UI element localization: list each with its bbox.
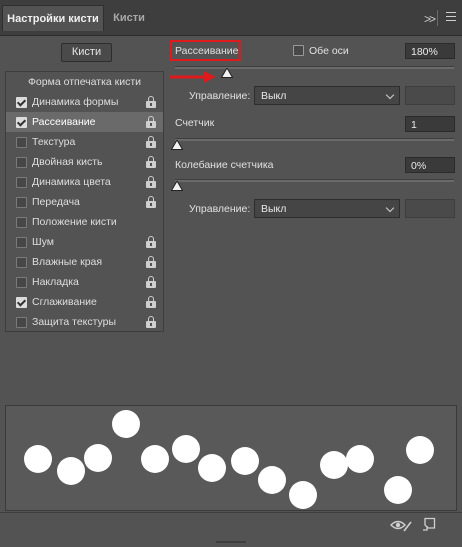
lock-icon[interactable] [146, 136, 156, 148]
sidebar-item-label: Защита текстуры [32, 316, 117, 328]
scatter-control-select[interactable]: Выкл [254, 86, 400, 105]
count-jitter-slider-track[interactable] [175, 179, 454, 182]
lock-icon[interactable] [146, 296, 156, 308]
sidebar-item-checkbox[interactable] [16, 317, 27, 328]
sidebar-item[interactable]: Двойная кисть [6, 152, 163, 172]
chevron-down-icon [385, 90, 395, 100]
brush-dabs [24, 410, 434, 509]
chevron-down-icon [385, 203, 395, 213]
sidebar-item-checkbox[interactable] [16, 177, 27, 188]
sidebar-item-checkbox[interactable] [16, 157, 27, 168]
count-jitter-label: Колебание счетчика [175, 159, 274, 171]
sidebar-item-checkbox[interactable] [16, 257, 27, 268]
scatter-label: Рассеивание [175, 45, 239, 57]
eye-brush-icon[interactable] [390, 518, 412, 532]
sidebar-item-checkbox[interactable] [16, 277, 27, 288]
brushes-button[interactable]: Кисти [61, 43, 112, 62]
sidebar-item[interactable]: Текстура [6, 132, 163, 152]
brush-tip-shape-item[interactable]: Форма отпечатка кисти [6, 72, 163, 92]
tab-brush-settings[interactable]: Настройки кисти [2, 5, 104, 31]
brush-dab [258, 466, 286, 494]
brush-dab [112, 410, 140, 438]
annotation-arrow-icon [170, 71, 216, 83]
lock-icon[interactable] [146, 196, 156, 208]
sidebar-item[interactable]: Влажные края [6, 252, 163, 272]
sidebar-item-label: Влажные края [32, 256, 103, 268]
brush-dab [231, 447, 259, 475]
lock-icon[interactable] [146, 96, 156, 108]
scatter-control-extra-field [405, 86, 455, 105]
brush-dab [57, 457, 85, 485]
sidebar-item-checkbox[interactable] [16, 237, 27, 248]
brush-dab [84, 444, 112, 472]
sidebar-item[interactable]: Шум [6, 232, 163, 252]
sidebar-item-checkbox[interactable] [16, 137, 27, 148]
sidebar-item-label: Накладка [32, 276, 79, 288]
lock-icon[interactable] [146, 316, 156, 328]
scatter-value-input[interactable]: 180% [405, 43, 455, 59]
count-jitter-control-value: Выкл [261, 203, 287, 215]
brush-dab [406, 436, 434, 464]
sidebar-item-checkbox[interactable] [16, 117, 27, 128]
sidebar-item-label: Двойная кисть [32, 156, 103, 168]
sidebar-item-label: Сглаживание [32, 296, 97, 308]
count-slider-track[interactable] [175, 138, 454, 141]
brush-dab [24, 445, 52, 473]
brush-dab [320, 451, 348, 479]
brush-tip-shape-label: Форма отпечатка кисти [27, 76, 142, 88]
brush-dab [141, 445, 169, 473]
both-axes-label: Обе оси [309, 45, 349, 57]
tab-brushes[interactable]: Кисти [106, 5, 152, 31]
sidebar-item[interactable]: Защита текстуры [6, 312, 163, 332]
brush-dab [384, 476, 412, 504]
scatter-control-value: Выкл [261, 90, 287, 102]
brush-dab [289, 481, 317, 509]
sidebar-item-checkbox[interactable] [16, 217, 27, 228]
resize-grip[interactable] [216, 541, 246, 543]
brush-dab [198, 454, 226, 482]
sidebar-item[interactable]: Рассеивание [6, 112, 163, 132]
lock-icon[interactable] [146, 156, 156, 168]
sidebar-item-label: Динамика цвета [32, 176, 111, 188]
count-jitter-control-label: Управление: [189, 203, 251, 215]
sidebar-item[interactable]: Передача [6, 192, 163, 212]
brush-stroke-preview [5, 405, 457, 511]
sidebar-item[interactable]: Динамика цвета [6, 172, 163, 192]
sidebar-item[interactable]: Накладка [6, 272, 163, 292]
divider [437, 10, 438, 26]
count-value-input[interactable]: 1 [405, 116, 455, 132]
count-jitter-control-select[interactable]: Выкл [254, 199, 400, 218]
lock-icon[interactable] [146, 236, 156, 248]
panel-menu-icon[interactable] [446, 12, 456, 24]
scatter-slider-track[interactable] [175, 66, 454, 69]
count-jitter-value-input[interactable]: 0% [405, 157, 455, 173]
sidebar-item-checkbox[interactable] [16, 197, 27, 208]
sidebar-item[interactable]: Сглаживание [6, 292, 163, 312]
collapse-panel-icon[interactable]: >> [424, 12, 436, 26]
panel-tab-bar: Настройки кисти Кисти >> [0, 0, 462, 36]
brush-settings-list: Форма отпечатка кисти Динамика формы Расс… [5, 71, 164, 332]
sidebar-item[interactable]: Положение кисти [6, 212, 163, 232]
sidebar-item-checkbox[interactable] [16, 97, 27, 108]
new-preset-icon[interactable] [422, 517, 436, 531]
brush-dab [346, 445, 374, 473]
sidebar-item[interactable]: Динамика формы [6, 92, 163, 112]
sidebar-item-checkbox[interactable] [16, 297, 27, 308]
lock-icon[interactable] [146, 176, 156, 188]
brush-dab [172, 435, 200, 463]
sidebar-item-label: Текстура [32, 136, 76, 148]
lock-icon[interactable] [146, 276, 156, 288]
sidebar-item-label: Передача [32, 196, 80, 208]
lock-icon[interactable] [146, 256, 156, 268]
sidebar-item-label: Шум [32, 236, 54, 248]
count-label: Счетчик [175, 117, 215, 129]
sidebar-item-label: Рассеивание [32, 116, 96, 128]
sidebar-item-label: Положение кисти [32, 216, 117, 228]
both-axes-checkbox[interactable] [293, 45, 304, 56]
sidebar-item-label: Динамика формы [32, 96, 119, 108]
count-jitter-control-extra-field [405, 199, 455, 218]
lock-icon[interactable] [146, 116, 156, 128]
scatter-control-label: Управление: [189, 90, 251, 102]
